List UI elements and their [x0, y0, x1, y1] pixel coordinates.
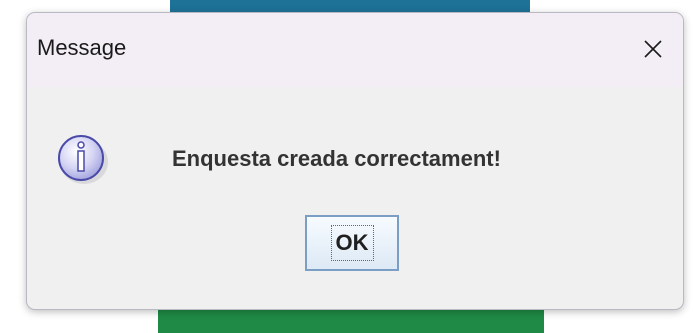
close-icon — [644, 40, 662, 58]
dialog-titlebar: Message — [27, 13, 683, 87]
message-dialog: Message Enquesta creada correctament! OK — [26, 12, 684, 310]
ok-button[interactable]: OK — [305, 215, 399, 271]
info-icon — [58, 135, 108, 184]
dialog-title: Message — [37, 35, 127, 60]
dialog-message: Enquesta creada correctament! — [172, 146, 501, 171]
ok-button-label: OK — [330, 225, 374, 261]
close-button[interactable] — [623, 13, 683, 85]
